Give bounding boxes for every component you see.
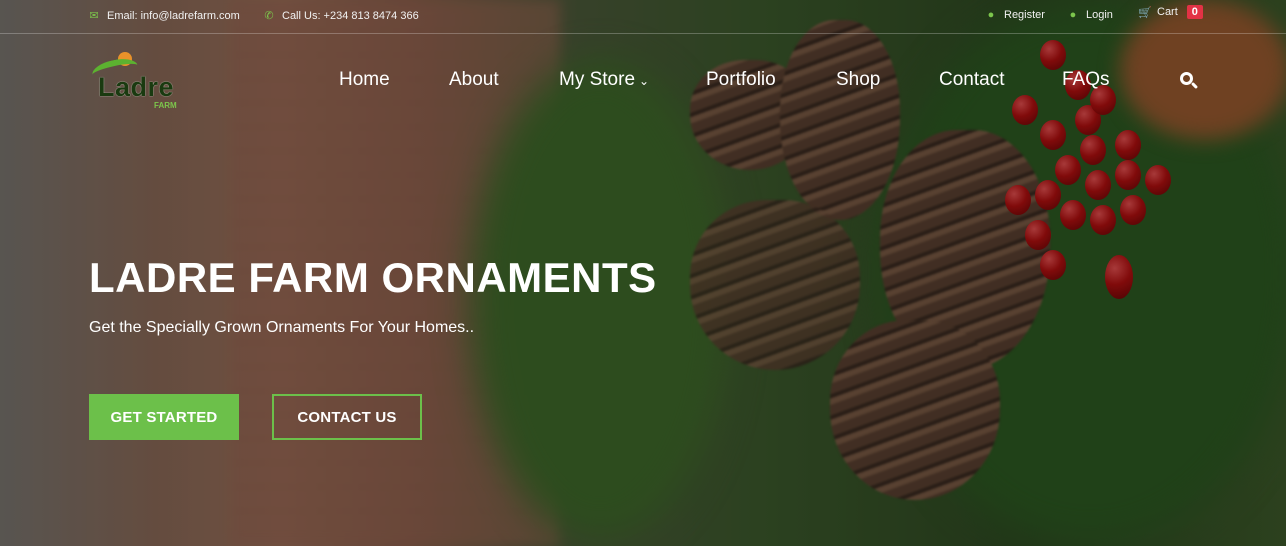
nav-my-store[interactable]: My Store ⌄ xyxy=(559,69,649,91)
register-link[interactable]: ● Register xyxy=(985,9,1045,21)
nav-home[interactable]: Home xyxy=(339,69,390,91)
nav-portfolio[interactable]: Portfolio xyxy=(706,69,776,91)
nav-about[interactable]: About xyxy=(449,69,499,91)
cart-link[interactable]: 🛒 Cart 0 xyxy=(1138,5,1203,19)
main-navigation: Home About My Store ⌄ Portfolio Shop Cont… xyxy=(0,69,1286,93)
search-icon[interactable] xyxy=(1179,71,1199,91)
chevron-down-icon: ⌄ xyxy=(639,74,650,88)
nav-my-store-label: My Store xyxy=(559,69,636,90)
email-text: Email: info@ladrefarm.com xyxy=(107,9,240,22)
phone-text: Call Us: +234 813 8474 366 xyxy=(282,9,419,22)
phone-icon: ✆ xyxy=(264,10,274,22)
cart-icon: 🛒 xyxy=(1138,6,1152,19)
user-plus-icon: ● xyxy=(987,9,995,21)
email-contact[interactable]: ✉ Email: info@ladrefarm.com xyxy=(88,9,240,23)
login-link[interactable]: ● Login xyxy=(1067,9,1113,21)
nav-faqs[interactable]: FAQs xyxy=(1062,69,1110,91)
top-info-bar: ✉ Email: info@ladrefarm.com ✆ Call Us: +… xyxy=(0,0,1286,34)
envelope-icon: ✉ xyxy=(89,10,99,22)
cart-count-badge: 0 xyxy=(1186,5,1203,19)
get-started-button[interactable]: GET STARTED xyxy=(89,394,239,440)
hero-subtitle: Get the Specially Grown Ornaments For Yo… xyxy=(89,319,475,336)
cart-label: Cart xyxy=(1157,6,1178,18)
logo-subtitle: FARM xyxy=(154,101,177,110)
user-icon: ● xyxy=(1069,9,1077,21)
search-handle xyxy=(1190,81,1199,90)
register-label: Register xyxy=(1004,9,1045,21)
login-label: Login xyxy=(1086,9,1113,21)
contact-us-button[interactable]: CONTACT US xyxy=(272,394,422,440)
nav-shop[interactable]: Shop xyxy=(836,69,880,91)
hero-title: LADRE FARM ORNAMENTS xyxy=(89,254,657,301)
nav-contact[interactable]: Contact xyxy=(939,69,1004,91)
phone-contact[interactable]: ✆ Call Us: +234 813 8474 366 xyxy=(263,9,419,23)
